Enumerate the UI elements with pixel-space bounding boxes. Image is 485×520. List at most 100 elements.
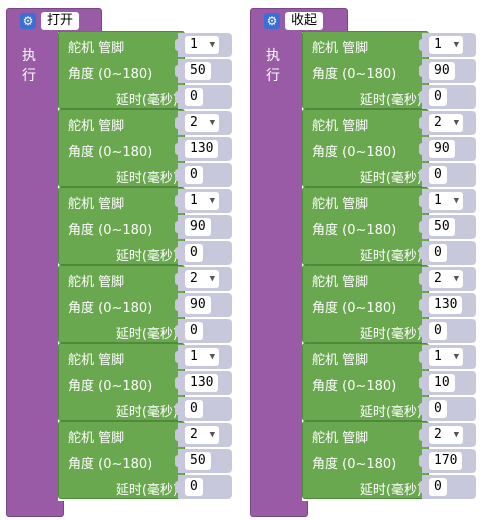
delay-input-socket: 0	[419, 475, 476, 499]
pin-input-socket: 1 ▼	[419, 189, 476, 213]
delay-field[interactable]: 0	[429, 400, 447, 418]
angle-field[interactable]: 90	[429, 140, 455, 158]
servo-pin-label: 舵机 管脚	[312, 353, 369, 368]
procedure-header[interactable]: ⚙ 打开	[6, 8, 102, 32]
pin-input-socket: 1 ▼	[419, 33, 476, 57]
delay-input-socket: 0	[175, 85, 232, 109]
servo-block[interactable]: 舵机 管脚 角度 (0~180) 延时(毫秒) 1 ▼ 50 0	[302, 187, 476, 265]
angle-field[interactable]: 90	[429, 62, 455, 80]
delay-field[interactable]: 0	[185, 244, 203, 262]
angle-input-socket: 90	[419, 137, 476, 161]
pin-dropdown[interactable]: 2 ▼	[429, 114, 463, 132]
pin-dropdown[interactable]: 2 ▼	[185, 426, 219, 444]
delay-field[interactable]: 0	[185, 166, 203, 184]
delay-field[interactable]: 0	[185, 400, 203, 418]
pin-dropdown-value: 1	[190, 349, 198, 364]
procedure-footer	[250, 501, 308, 517]
triangle-down-icon: ▼	[453, 430, 459, 440]
servo-block[interactable]: 舵机 管脚 角度 (0~180) 延时(毫秒) 1 ▼ 50 0	[58, 31, 232, 109]
delay-field[interactable]: 0	[429, 478, 447, 496]
pin-dropdown-value: 1	[190, 37, 198, 52]
pin-dropdown-value: 2	[434, 115, 442, 130]
angle-label: 角度 (0~180)	[68, 457, 153, 472]
angle-field[interactable]: 10	[429, 374, 455, 392]
angle-field[interactable]: 50	[429, 218, 455, 236]
delay-field[interactable]: 0	[185, 478, 203, 496]
pin-dropdown-value: 2	[434, 271, 442, 286]
angle-input-socket: 90	[175, 293, 232, 317]
servo-block[interactable]: 舵机 管脚 角度 (0~180) 延时(毫秒) 2 ▼ 130 0	[302, 265, 476, 343]
delay-label: 延时(毫秒)	[115, 171, 178, 186]
procedure-header[interactable]: ⚙ 收起	[250, 8, 348, 32]
pin-dropdown-value: 2	[190, 115, 198, 130]
delay-field[interactable]: 0	[429, 88, 447, 106]
delay-field[interactable]: 0	[429, 244, 447, 262]
servo-pin-label: 舵机 管脚	[68, 41, 125, 56]
angle-input-socket: 90	[419, 59, 476, 83]
delay-field[interactable]: 0	[185, 88, 203, 106]
angle-field[interactable]: 170	[429, 452, 463, 470]
servo-block[interactable]: 舵机 管脚 角度 (0~180) 延时(毫秒) 2 ▼ 90 0	[302, 109, 476, 187]
pin-dropdown[interactable]: 1 ▼	[429, 192, 463, 210]
delay-label: 延时(毫秒)	[359, 249, 422, 264]
angle-field[interactable]: 50	[185, 452, 211, 470]
blockly-workspace[interactable]: ⚙ 打开 执行 舵机 管脚 角度 (0~180) 延时(毫秒) 1 ▼ 50 0 舵机 管脚 角度 (…	[0, 0, 485, 520]
gear-icon[interactable]: ⚙	[264, 13, 280, 29]
delay-input-socket: 0	[175, 319, 232, 343]
delay-input-socket: 0	[419, 397, 476, 421]
procedure-name-field[interactable]: 打开	[41, 12, 80, 30]
servo-block[interactable]: 舵机 管脚 角度 (0~180) 延时(毫秒) 2 ▼ 90 0	[58, 265, 232, 343]
pin-dropdown[interactable]: 1 ▼	[185, 348, 219, 366]
delay-label: 延时(毫秒)	[359, 171, 422, 186]
procedure-name-field[interactable]: 收起	[285, 12, 324, 30]
pin-dropdown[interactable]: 2 ▼	[429, 270, 463, 288]
pin-dropdown[interactable]: 1 ▼	[185, 36, 219, 54]
pin-dropdown[interactable]: 1 ▼	[429, 348, 463, 366]
pin-input-socket: 1 ▼	[175, 345, 232, 369]
pin-dropdown-value: 1	[434, 349, 442, 364]
pin-dropdown-value: 2	[190, 427, 198, 442]
angle-field[interactable]: 130	[185, 374, 219, 392]
pin-dropdown[interactable]: 1 ▼	[429, 36, 463, 54]
angle-field[interactable]: 130	[429, 296, 463, 314]
servo-block[interactable]: 舵机 管脚 角度 (0~180) 延时(毫秒) 2 ▼ 170 0	[302, 421, 476, 499]
servo-block[interactable]: 舵机 管脚 角度 (0~180) 延时(毫秒) 1 ▼ 130 0	[58, 343, 232, 421]
angle-input-socket: 50	[419, 215, 476, 239]
servo-block[interactable]: 舵机 管脚 角度 (0~180) 延时(毫秒) 2 ▼ 130 0	[58, 109, 232, 187]
angle-input-socket: 170	[419, 449, 476, 473]
pin-input-socket: 2 ▼	[419, 267, 476, 291]
delay-field[interactable]: 0	[429, 322, 447, 340]
delay-label: 延时(毫秒)	[115, 249, 178, 264]
pin-dropdown[interactable]: 2 ▼	[185, 270, 219, 288]
delay-input-socket: 0	[175, 163, 232, 187]
delay-label: 延时(毫秒)	[115, 483, 178, 498]
angle-label: 角度 (0~180)	[312, 457, 397, 472]
angle-field[interactable]: 50	[185, 62, 211, 80]
servo-block[interactable]: 舵机 管脚 角度 (0~180) 延时(毫秒) 1 ▼ 10 0	[302, 343, 476, 421]
delay-field[interactable]: 0	[429, 166, 447, 184]
angle-field[interactable]: 90	[185, 296, 211, 314]
servo-pin-label: 舵机 管脚	[68, 119, 125, 134]
servo-pin-label: 舵机 管脚	[312, 41, 369, 56]
delay-input-socket: 0	[175, 241, 232, 265]
angle-label: 角度 (0~180)	[312, 223, 397, 238]
servo-pin-label: 舵机 管脚	[68, 275, 125, 290]
pin-dropdown[interactable]: 2 ▼	[185, 114, 219, 132]
delay-field[interactable]: 0	[185, 322, 203, 340]
pin-input-socket: 2 ▼	[419, 111, 476, 135]
angle-field[interactable]: 90	[185, 218, 211, 236]
delay-label: 延时(毫秒)	[115, 93, 178, 108]
pin-input-socket: 1 ▼	[175, 33, 232, 57]
servo-block[interactable]: 舵机 管脚角度 (0~180) 延时(毫秒) 2 ▼ 50 0	[58, 421, 232, 499]
delay-input-socket: 0	[419, 163, 476, 187]
pin-dropdown[interactable]: 2 ▼	[429, 426, 463, 444]
gear-icon[interactable]: ⚙	[20, 13, 36, 29]
triangle-down-icon: ▼	[209, 196, 215, 206]
angle-field[interactable]: 130	[185, 140, 219, 158]
servo-pin-label: 舵机 管脚	[68, 431, 125, 446]
servo-block[interactable]: 舵机 管脚 角度 (0~180) 延时(毫秒) 1 ▼ 90 0	[302, 31, 476, 109]
pin-dropdown-value: 1	[190, 193, 198, 208]
pin-dropdown[interactable]: 1 ▼	[185, 192, 219, 210]
servo-block[interactable]: 舵机 管脚 角度 (0~180) 延时(毫秒) 1 ▼ 90 0	[58, 187, 232, 265]
triangle-down-icon: ▼	[209, 274, 215, 284]
